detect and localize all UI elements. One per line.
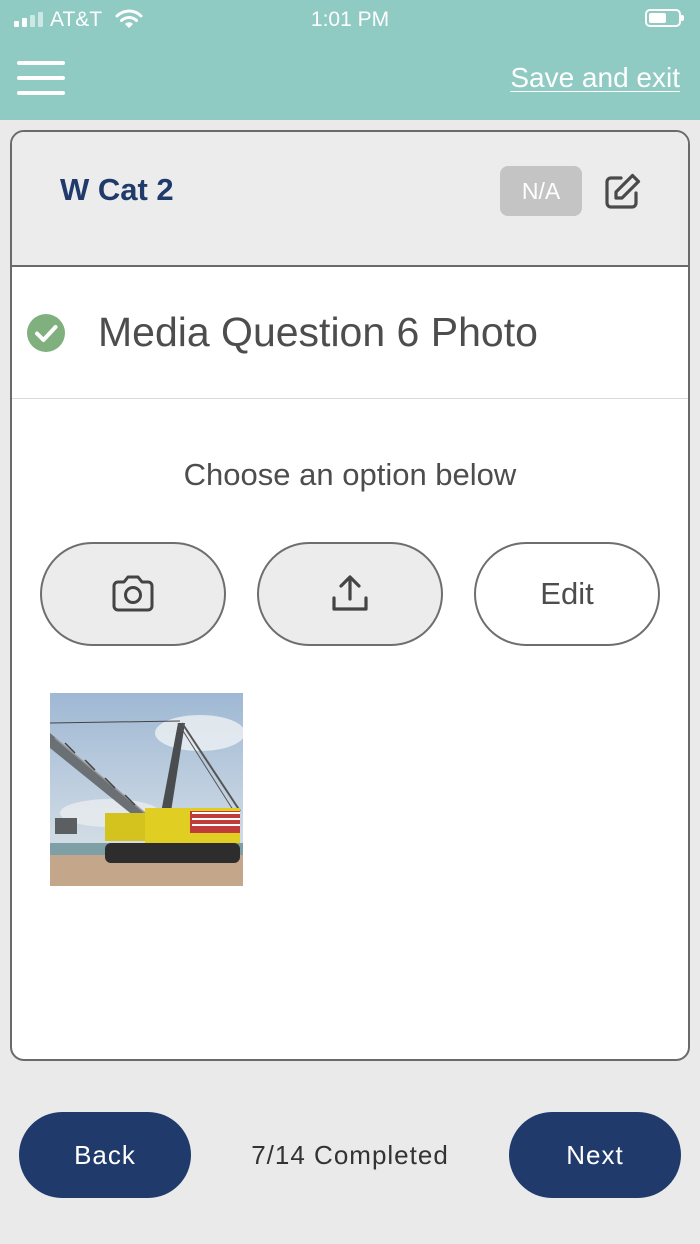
menu-icon[interactable] bbox=[17, 61, 65, 95]
upload-icon bbox=[332, 575, 368, 611]
check-circle-icon bbox=[26, 313, 66, 358]
camera-button[interactable] bbox=[40, 542, 226, 646]
card-header: W Cat 2 N/A bbox=[12, 132, 688, 267]
photo-thumbnail[interactable] bbox=[50, 693, 243, 886]
clock: 1:01 PM bbox=[310, 8, 390, 31]
battery-icon bbox=[645, 9, 684, 27]
edit-button[interactable]: Edit bbox=[474, 542, 660, 646]
instruction-text: Choose an option below bbox=[183, 457, 517, 492]
app-header: AT&T 1:01 PM Save and exit bbox=[0, 0, 700, 120]
category-title: W Cat 2 bbox=[60, 172, 174, 207]
camera-icon bbox=[112, 575, 154, 612]
pencil-square-icon[interactable] bbox=[602, 172, 642, 217]
status-bar: AT&T 1:01 PM bbox=[0, 0, 700, 40]
question-title: Media Question 6 Photo bbox=[98, 309, 538, 355]
question-row: Media Question 6 Photo bbox=[12, 267, 688, 399]
question-card: W Cat 2 N/A Media Question 6 Photo Choos… bbox=[10, 130, 690, 1061]
upload-button[interactable] bbox=[257, 542, 443, 646]
save-and-exit-link[interactable]: Save and exit bbox=[510, 62, 680, 94]
next-button[interactable]: Next bbox=[509, 1112, 681, 1198]
na-button[interactable]: N/A bbox=[500, 166, 582, 216]
